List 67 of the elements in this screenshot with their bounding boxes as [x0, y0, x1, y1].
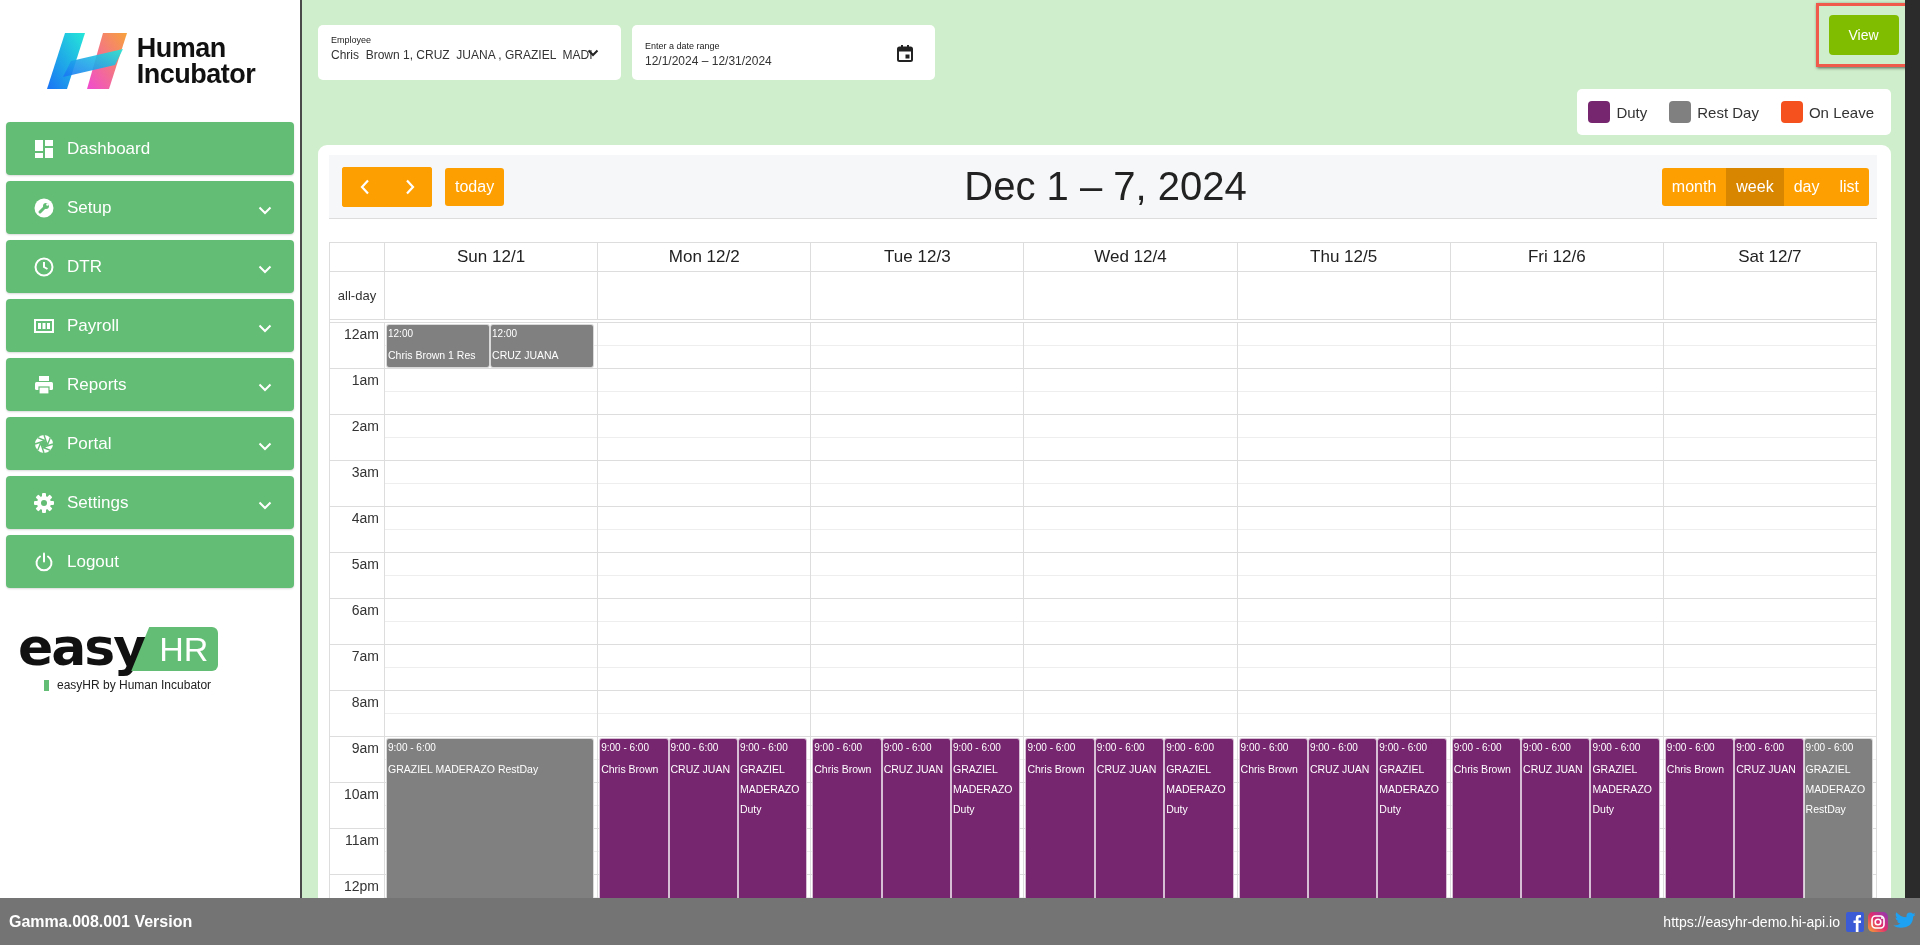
- time-label: 12pm: [343, 878, 379, 894]
- time-label: 6am: [351, 602, 379, 618]
- version-text: Gamma.008.001 Version: [9, 912, 193, 931]
- calendar-event[interactable]: 9:00 - 6:00 GRAZIEL MADERAZO RestDay: [1803, 738, 1873, 898]
- facebook-icon: [1846, 911, 1864, 932]
- clock-icon: [34, 256, 54, 277]
- all-day-label: all-day: [337, 288, 377, 303]
- power-icon: [34, 551, 54, 572]
- calendar-event[interactable]: 9:00 - 6:00 GRAZIEL MADERAZO Duty: [1164, 738, 1234, 898]
- printer-icon: [34, 374, 54, 395]
- calendar-event[interactable]: 9:00 - 6:00 CRUZ JUAN: [668, 738, 738, 898]
- day-header: Sat 12/7: [1662, 243, 1876, 271]
- time-label: 2am: [351, 418, 379, 434]
- calendar-event[interactable]: 12:00 CRUZ JUANA: [490, 324, 595, 368]
- wrench-icon: [34, 197, 54, 218]
- calendar-event[interactable]: 9:00 - 6:00 GRAZIEL MADERAZO Duty: [1377, 738, 1447, 898]
- calendar-event[interactable]: 9:00 - 6:00 CRUZ JUAN: [881, 738, 952, 898]
- calendar-event[interactable]: 9:00 - 6:00 GRAZIEL MADERAZO Duty: [951, 738, 1021, 898]
- website-link[interactable]: https://easyhr-demo.hi-api.io: [1663, 913, 1840, 930]
- calendar-event[interactable]: 9:00 - 6:00 Chris Brown: [1238, 738, 1308, 898]
- aperture-icon: [34, 433, 54, 454]
- time-label: 3am: [351, 464, 379, 480]
- calendar-event[interactable]: 9:00 - 6:00 CRUZ JUAN: [1521, 738, 1591, 898]
- time-label: 11am: [345, 832, 379, 848]
- time-label: 9am: [351, 740, 379, 756]
- calendar-event[interactable]: 9:00 - 6:00 CRUZ JUAN: [1307, 738, 1378, 898]
- calendar-event[interactable]: 9:00 - 6:00 GRAZIEL MADERAZO Duty: [1590, 738, 1660, 898]
- day-header: Sun 12/1: [384, 243, 598, 271]
- day-header: Wed 12/4: [1023, 243, 1237, 271]
- dashboard-icon: [34, 138, 54, 159]
- gear-icon: [34, 492, 54, 513]
- legend-label: Duty: [1616, 103, 1648, 121]
- time-label: 4am: [351, 510, 379, 526]
- calendar-event[interactable]: 9:00 - 6:00 Chris Brown: [1664, 738, 1735, 898]
- tag-bar-icon: [44, 679, 49, 691]
- time-label: 10am: [343, 786, 379, 802]
- tagline-text: easyHR by Human Incubator: [57, 678, 212, 692]
- logo-wordmark: Human Incubator: [136, 35, 256, 87]
- day-header: Tue 12/3: [810, 243, 1024, 271]
- day-header: Thu 12/5: [1236, 243, 1450, 271]
- calendar-icon: [897, 45, 913, 62]
- scrollbar[interactable]: [1905, 0, 1920, 898]
- calendar-event[interactable]: 9:00 - 6:00 GRAZIEL MADERAZO RestDay: [386, 738, 595, 898]
- legend-label: On Leave: [1808, 103, 1874, 121]
- instagram-icon: [1868, 911, 1888, 932]
- calendar-event[interactable]: 9:00 - 6:00 Chris Brown: [1025, 738, 1095, 898]
- calendar-title: Dec 1 – 7, 2024: [964, 164, 1247, 209]
- time-label: 5am: [351, 556, 379, 572]
- time-label: 1am: [351, 372, 379, 388]
- calendar-event[interactable]: 9:00 - 6:00 Chris Brown: [599, 738, 669, 898]
- legend-label: Rest Day: [1697, 103, 1759, 121]
- chevron-left-icon: [359, 178, 370, 195]
- employee-select[interactable]: Employee Chris Brown 1, CRUZ JUANA , GRAZIEL MADI: [318, 25, 621, 80]
- calendar-event[interactable]: 9:00 - 6:00 GRAZIEL MADERAZO Duty: [737, 738, 808, 898]
- calendar-event[interactable]: 9:00 - 6:00 Chris Brown: [812, 738, 882, 898]
- time-label: 7am: [351, 648, 379, 664]
- time-label: 12am: [343, 326, 379, 342]
- calendar-event[interactable]: 12:00 Chris Brown 1 Res: [386, 324, 491, 368]
- chevron-right-icon: [404, 178, 415, 195]
- day-header: Fri 12/6: [1449, 243, 1663, 271]
- time-label: 8am: [351, 694, 379, 710]
- logo-mark-icon: [44, 31, 129, 91]
- date-range-field[interactable]: Enter a date range 12/1/2024 – 12/31/2024: [632, 25, 935, 80]
- calendar-event[interactable]: 9:00 - 6:00 Chris Brown: [1451, 738, 1522, 898]
- calendar-event[interactable]: 9:00 - 6:00 CRUZ JUAN: [1094, 738, 1165, 898]
- day-header: Mon 12/2: [597, 243, 811, 271]
- calendar-event[interactable]: 9:00 - 6:00 CRUZ JUAN: [1734, 738, 1804, 898]
